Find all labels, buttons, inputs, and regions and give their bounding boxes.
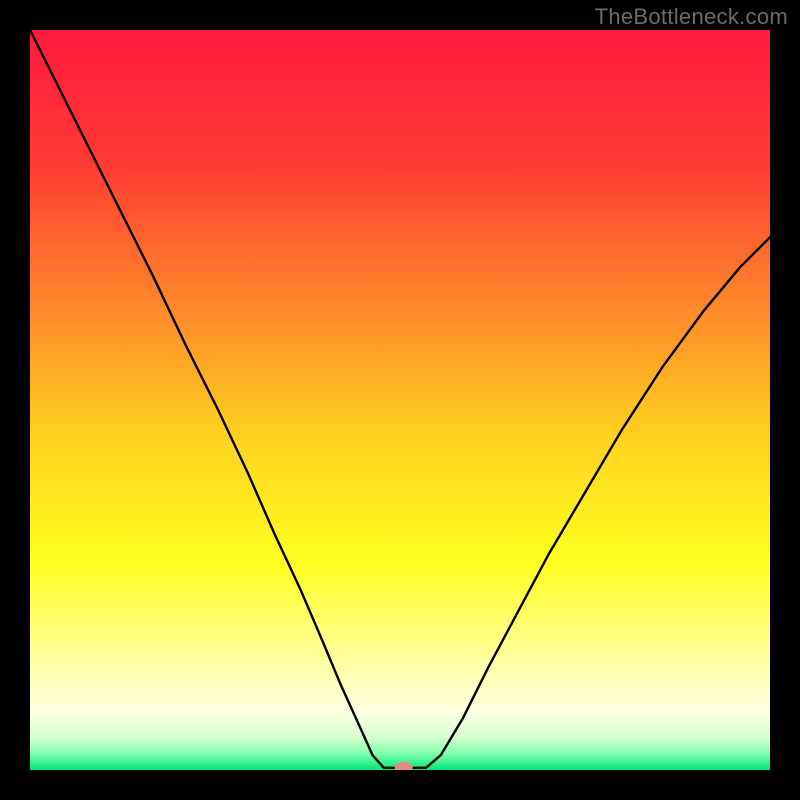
gradient-background bbox=[30, 30, 770, 770]
watermark-text: TheBottleneck.com bbox=[595, 4, 788, 30]
chart-frame: TheBottleneck.com bbox=[0, 0, 800, 800]
plot-svg bbox=[30, 30, 770, 770]
plot-area bbox=[30, 30, 770, 770]
